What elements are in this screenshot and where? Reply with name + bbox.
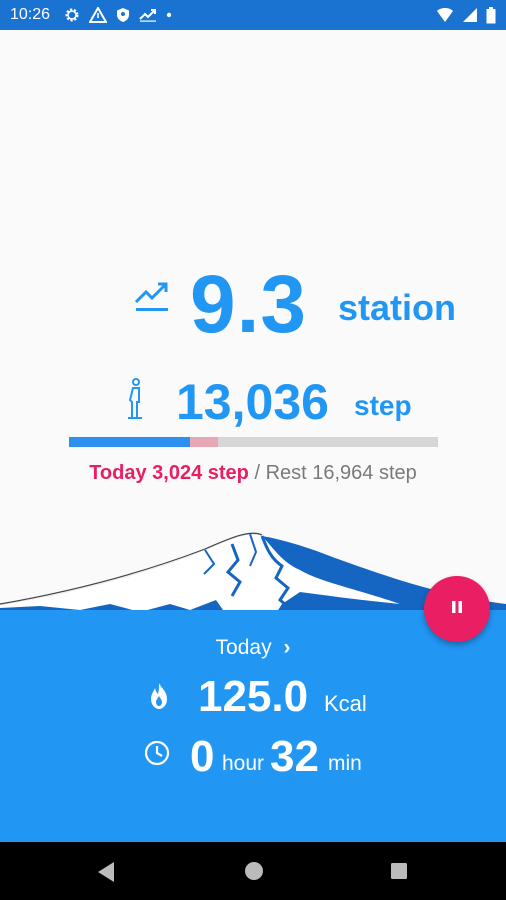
- cell-signal-icon: [462, 7, 478, 23]
- step-unit: step: [354, 390, 412, 421]
- calorie-value: 125.0: [198, 672, 309, 721]
- summary-separator: /: [248, 462, 266, 484]
- step-progress-bar: [69, 437, 438, 447]
- today-link-label: Today: [215, 636, 272, 659]
- status-time: 10:26: [10, 6, 51, 23]
- calorie-row: 125.0 Kcal: [140, 670, 400, 724]
- station-row: 9.3 station: [130, 252, 490, 350]
- status-system-icons: [436, 0, 496, 30]
- progress-today: [190, 437, 219, 447]
- pause-icon: [449, 599, 465, 620]
- clock-icon: [144, 740, 170, 771]
- today-link[interactable]: Today ›: [0, 634, 506, 662]
- pause-button[interactable]: [424, 576, 490, 642]
- warning-triangle-icon: [89, 7, 108, 23]
- status-notification-icons: [64, 7, 172, 23]
- walking-person-icon: [124, 378, 146, 427]
- flame-icon: [148, 682, 170, 715]
- step-row: 13,036 step: [120, 370, 440, 434]
- station-value: 9.3: [190, 259, 307, 350]
- trending-up-icon: [134, 280, 170, 317]
- duration-minutes: 32: [270, 732, 319, 781]
- today-steps-text: Today 3,024 step: [89, 462, 249, 484]
- wifi-icon: [436, 7, 454, 23]
- chevron-right-icon: ›: [283, 636, 291, 659]
- battery-icon: [486, 6, 496, 24]
- step-count: 13,036: [176, 374, 329, 430]
- rest-steps-text: Rest 16,964 step: [265, 462, 417, 484]
- duration-row: 0 hour 32 min: [140, 730, 400, 784]
- back-triangle-icon[interactable]: [96, 861, 116, 888]
- home-circle-icon[interactable]: [244, 861, 264, 886]
- steps-summary: Today 3,024 step / Rest 16,964 step: [0, 460, 506, 486]
- calorie-unit: Kcal: [324, 691, 367, 716]
- duration-hour-unit: hour: [222, 752, 265, 775]
- duration-min-unit: min: [328, 752, 362, 775]
- trending-up-icon: [139, 8, 157, 22]
- gear-icon: [64, 7, 80, 23]
- dot-icon: [166, 12, 172, 18]
- navigation-bar: [0, 842, 506, 900]
- station-unit: station: [338, 287, 457, 328]
- progress-completed: [69, 437, 191, 447]
- recents-square-icon[interactable]: [390, 862, 408, 885]
- status-bar: 10:26: [0, 0, 506, 30]
- main-content: 9.3 station 13,036 step Today 3,024 step…: [0, 30, 506, 842]
- duration-hours: 0: [190, 732, 215, 781]
- shield-icon: [116, 7, 130, 23]
